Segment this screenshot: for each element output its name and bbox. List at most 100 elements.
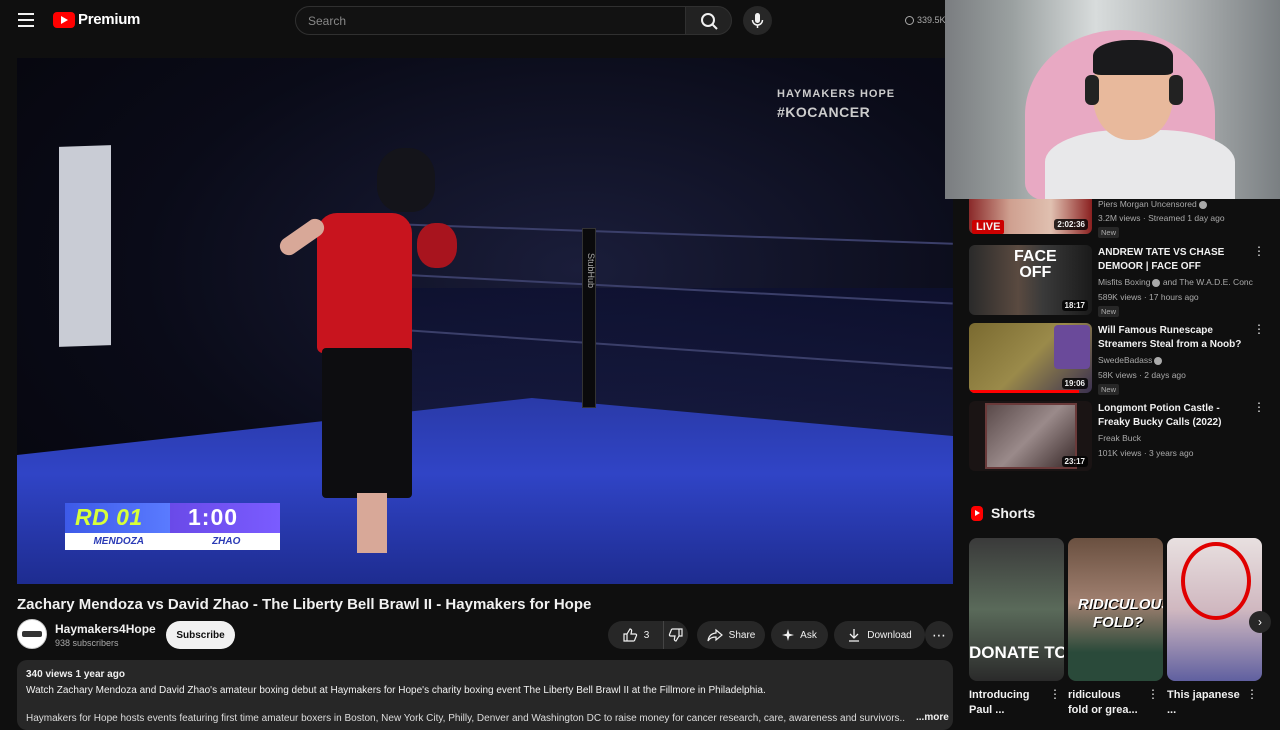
stubhub-text: StubHub	[586, 253, 596, 289]
ring-rope	[397, 223, 953, 245]
recommended-video[interactable]: 23:17 Longmont Potion Castle - Freaky Bu…	[969, 401, 1269, 471]
logo-text: Premium	[78, 11, 141, 28]
verified-icon	[1152, 278, 1161, 287]
more-vert-icon[interactable]: ⋮	[1246, 688, 1258, 700]
video-channel: Misfits Boxing and The W.A.D.E. Conc...	[1098, 277, 1253, 287]
video-duration: 19:06	[1061, 378, 1088, 389]
new-badge: New	[1098, 306, 1120, 317]
video-meta: 589K views · 17 hours ago	[1098, 292, 1199, 302]
short-thumbnail[interactable]: DONATE TODAY	[969, 538, 1064, 681]
more-vert-icon[interactable]: ⋮	[1253, 323, 1265, 335]
shorts-next-button[interactable]: ›	[1249, 611, 1271, 633]
video-thumbnail[interactable]: 23:17	[969, 401, 1092, 471]
video-player[interactable]: StubHub HAYMAKERS HOPE #KOCANCER RD 01 1…	[17, 58, 953, 584]
short-title[interactable]: Introducing Paul ...	[969, 688, 1044, 718]
chevron-right-icon: ›	[1258, 615, 1262, 629]
share-button[interactable]: Share	[697, 621, 765, 649]
more-vert-icon[interactable]: ⋮	[1253, 401, 1265, 413]
shorts-title: Shorts	[991, 505, 1036, 521]
ask-button[interactable]: Ask	[771, 621, 828, 649]
recommended-video[interactable]: 19:06 Will Famous Runescape Streamers St…	[969, 323, 1269, 395]
boxer-headgear	[377, 148, 435, 212]
video-meta: 3.2M views · Streamed 1 day ago	[1098, 213, 1225, 223]
more-actions-button[interactable]: ⋯	[925, 621, 953, 649]
video-channel: Freak Buck	[1098, 433, 1141, 443]
voice-search-button[interactable]	[743, 6, 772, 35]
view-counter: 339.5K	[905, 15, 946, 25]
video-meta: 101K views · 3 years ago	[1098, 448, 1194, 458]
video-thumbnail[interactable]: LIVE 2:02:36	[969, 199, 1092, 234]
video-meta: 58K views · 2 days ago	[1098, 370, 1186, 380]
download-button[interactable]: Download	[834, 621, 925, 649]
description-line: Watch Zachary Mendoza and David Zhao's a…	[26, 685, 766, 696]
menu-icon[interactable]	[18, 13, 34, 27]
watch-progress	[969, 390, 1079, 393]
headset-icon	[1169, 75, 1183, 105]
verified-icon	[1198, 200, 1207, 209]
video-title[interactable]: Longmont Potion Castle - Freaky Bucky Ca…	[1098, 402, 1253, 430]
recommended-video[interactable]: LIVE 2:02:36 Piers Morgan Uncensored 3.2…	[969, 199, 1269, 238]
streamer-hair	[1093, 40, 1173, 75]
short-title[interactable]: This japanese ...	[1167, 688, 1242, 718]
video-duration: 18:17	[1061, 300, 1088, 311]
ring-canvas	[17, 398, 953, 584]
short-thumbnail[interactable]	[1167, 538, 1262, 681]
boxer-shorts	[322, 348, 412, 498]
round-label: RD 01	[65, 503, 170, 533]
video-thumbnail[interactable]: FACE OFF 18:17	[969, 245, 1092, 315]
boxer-leg	[357, 493, 387, 553]
hanging-banner	[59, 145, 111, 347]
search-placeholder: Search	[308, 14, 347, 28]
more-vert-icon[interactable]: ⋮	[1253, 245, 1265, 257]
thumbs-down-icon	[668, 628, 683, 642]
more-vert-icon[interactable]: ⋮	[1049, 688, 1061, 700]
watermark-bottom: #KOCANCER	[777, 104, 871, 120]
search-button[interactable]	[685, 6, 732, 35]
download-label: Download	[867, 629, 912, 641]
streamer-shirt	[1045, 130, 1235, 199]
verified-icon	[1154, 356, 1163, 365]
video-title[interactable]: Will Famous Runescape Streamers Steal fr…	[1098, 324, 1253, 352]
haymakers-watermark: HAYMAKERS HOPE #KOCANCER	[777, 88, 907, 144]
more-vert-icon[interactable]: ⋮	[1147, 688, 1159, 700]
show-more-link[interactable]: ...more	[916, 712, 949, 723]
video-thumbnail[interactable]: 19:06	[969, 323, 1092, 393]
shorts-icon	[971, 505, 983, 521]
video-title: Zachary Mendoza vs David Zhao - The Libe…	[17, 596, 592, 613]
download-icon	[849, 629, 860, 642]
share-label: Share	[728, 629, 756, 641]
short-title[interactable]: ridiculous fold or grea...	[1068, 688, 1143, 718]
search-input[interactable]: Search	[295, 6, 686, 35]
video-duration: 2:02:36	[1054, 219, 1088, 230]
round-timer: 1:00	[170, 503, 280, 533]
channel-avatar[interactable]	[17, 619, 47, 649]
video-channel: SwedeBadass	[1098, 355, 1253, 365]
microphone-icon	[751, 13, 764, 28]
like-button[interactable]: 3	[608, 621, 663, 649]
viewer-count: 339.5K	[917, 15, 946, 25]
subscribe-button[interactable]: Subscribe	[166, 621, 235, 649]
corner-right-name: ZHAO	[212, 536, 241, 547]
boxer-singlet	[317, 213, 412, 353]
subscriber-count: 938 subscribers	[55, 638, 119, 648]
short-thumb-text: DONATE TODAY	[969, 643, 1064, 662]
corner-left-name: MENDOZA	[93, 536, 145, 547]
watermark-top: HAYMAKERS HOPE	[777, 88, 896, 100]
face-off-thumb-text: FACE OFF	[1014, 248, 1057, 281]
video-meta: 340 views 1 year ago	[26, 669, 125, 680]
dislike-button[interactable]	[663, 621, 688, 649]
youtube-premium-logo[interactable]: Premium	[53, 11, 140, 28]
red-circle-annotation	[1181, 542, 1251, 620]
recommended-video[interactable]: FACE OFF 18:17 ANDREW TATE VS CHASE DEMOO…	[969, 245, 1269, 317]
video-channel: Piers Morgan Uncensored	[1098, 199, 1253, 209]
video-title[interactable]: ANDREW TATE VS CHASE DEMOOR | FACE OFF	[1098, 246, 1253, 274]
channel-name[interactable]: Haymakers4Hope	[55, 622, 156, 636]
short-thumbnail[interactable]: RIDICULOUS FOLD?	[1068, 538, 1163, 681]
ask-label: Ask	[800, 629, 817, 641]
more-horizontal-icon: ⋯	[932, 626, 946, 643]
like-count: 3	[643, 629, 650, 641]
thumbs-up-icon	[623, 628, 637, 642]
share-icon	[707, 628, 723, 642]
live-badge: LIVE	[972, 220, 1005, 234]
youtube-logo-icon	[53, 11, 75, 28]
